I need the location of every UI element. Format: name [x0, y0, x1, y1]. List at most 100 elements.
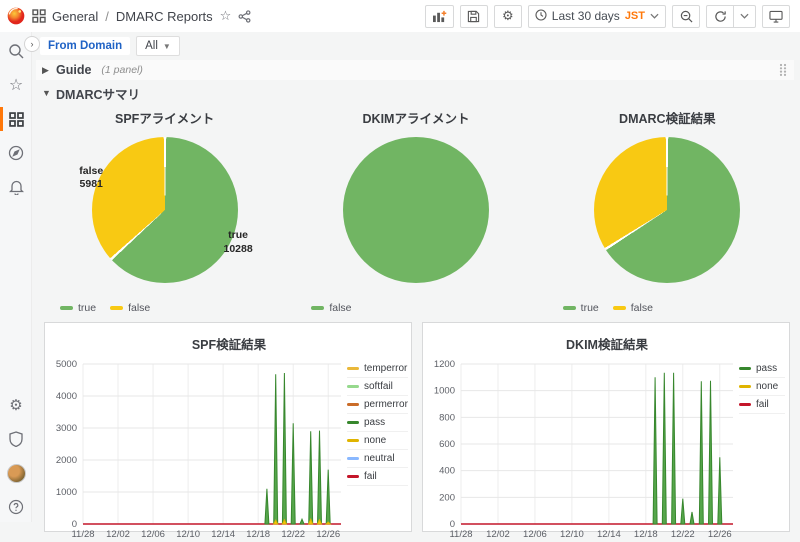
pie-legend[interactable]: false [311, 302, 351, 314]
dashboard-settings-button[interactable]: ⚙︎ [494, 5, 522, 28]
panel-title[interactable]: SPF検証結果 [49, 328, 409, 353]
svg-text:1000: 1000 [56, 487, 77, 498]
row-guide[interactable]: ▶ Guide (1 panel) [36, 60, 794, 80]
star-icon[interactable]: ☆ [220, 8, 232, 24]
svg-text:12/06: 12/06 [141, 529, 165, 540]
legend-item[interactable]: pass [739, 360, 785, 378]
spf-alignment-pie[interactable] [92, 137, 238, 283]
legend-item[interactable]: permerror [347, 396, 408, 414]
pie-slice-label: false5981 [79, 164, 103, 190]
refresh-button[interactable] [706, 5, 734, 28]
legend-item[interactable]: fail [739, 396, 785, 414]
refresh-button-group [706, 5, 756, 28]
avatar [7, 464, 26, 483]
sidebar-item-server-admin[interactable] [0, 424, 32, 454]
legend-item[interactable]: neutral [347, 450, 408, 468]
from-domain-select[interactable]: All ▼ [136, 36, 180, 56]
from-domain-label[interactable]: From Domain [40, 37, 130, 55]
sidebar-item-dashboards[interactable] [0, 104, 32, 134]
panel-dkim-alignment: DKIMアライメント false [293, 102, 538, 318]
svg-text:12/02: 12/02 [106, 529, 130, 540]
legend-item[interactable]: true [60, 302, 96, 314]
svg-text:4000: 4000 [56, 391, 77, 402]
chevron-down-icon [650, 13, 659, 19]
sidebar-item-alerting[interactable] [0, 172, 32, 202]
clock-icon [535, 9, 547, 24]
dkim-alignment-pie[interactable] [343, 137, 489, 283]
sidebar-expand-button[interactable]: › [24, 36, 40, 52]
legend-item[interactable]: false [110, 302, 150, 314]
pie-slice-label: true10288 [224, 229, 253, 255]
toolbar: ⚙︎ Last 30 days JST [425, 5, 790, 28]
breadcrumb: General / DMARC Reports ☆ [52, 8, 251, 24]
summary-panels-row: SPFアライメント true10288 false5981 true false D… [32, 102, 800, 318]
svg-text:11/28: 11/28 [449, 529, 472, 540]
svg-text:2000: 2000 [56, 455, 77, 466]
pie-legend[interactable]: true false [563, 302, 653, 314]
breadcrumb-title[interactable]: DMARC Reports [116, 9, 213, 24]
legend-item[interactable]: none [739, 378, 785, 396]
time-range-picker[interactable]: Last 30 days JST [528, 5, 666, 28]
zoom-out-icon [680, 10, 693, 23]
svg-text:3000: 3000 [56, 423, 77, 434]
share-icon[interactable] [238, 10, 251, 23]
svg-text:12/18: 12/18 [634, 529, 658, 540]
breadcrumb-separator: / [105, 9, 109, 24]
legend-item[interactable]: none [347, 432, 408, 450]
svg-text:1200: 1200 [434, 359, 455, 370]
legend-item[interactable]: true [563, 302, 599, 314]
svg-text:5000: 5000 [56, 359, 77, 370]
tv-mode-button[interactable] [762, 5, 790, 28]
panel-spf-verification: SPF検証結果 11/2812/0212/0612/1012/1412/1812… [44, 322, 412, 532]
drag-handle-icon[interactable] [778, 63, 788, 77]
svg-text:12/10: 12/10 [560, 529, 584, 540]
zoom-out-button[interactable] [672, 5, 700, 28]
panel-spf-alignment: SPFアライメント true10288 false5981 true false [42, 102, 287, 318]
bell-icon [9, 179, 24, 195]
row-guide-panel-count: (1 panel) [101, 64, 142, 76]
help-icon [8, 499, 24, 515]
panel-title[interactable]: DMARC検証結果 [545, 102, 790, 127]
panel-title[interactable]: SPFアライメント [42, 102, 287, 127]
svg-text:0: 0 [450, 519, 455, 530]
row-dmarc-summary[interactable]: ▼ DMARCサマリ [36, 84, 794, 102]
legend-item[interactable]: softfail [347, 378, 408, 396]
sidebar-item-explore[interactable] [0, 138, 32, 168]
sidebar: ☆ ⚙︎ [0, 0, 32, 522]
chart-legend[interactable]: passnonefail [735, 356, 787, 542]
panel-title[interactable]: DKIMアライメント [293, 102, 538, 127]
add-panel-button[interactable] [425, 5, 454, 28]
sidebar-item-configuration[interactable]: ⚙︎ [0, 390, 32, 420]
dmarc-result-pie[interactable] [594, 137, 740, 283]
spf-verification-chart[interactable]: 11/2812/0212/0612/1012/1412/1812/2212/26… [49, 356, 343, 542]
from-domain-value: All [145, 40, 158, 52]
top-bar: General / DMARC Reports ☆ ⚙︎ [0, 0, 800, 32]
pie-legend[interactable]: true false [60, 302, 150, 314]
dashboard-grid-icon [32, 9, 46, 23]
sidebar-item-starred[interactable]: ☆ [0, 70, 32, 100]
panel-title[interactable]: DKIM検証結果 [427, 328, 787, 353]
compass-icon [8, 145, 24, 161]
dkim-verification-chart[interactable]: 11/2812/0212/0612/1012/1412/1812/2212/26… [427, 356, 735, 542]
refresh-icon [714, 10, 727, 23]
grafana-logo[interactable] [0, 6, 32, 26]
sidebar-item-profile[interactable] [0, 458, 32, 488]
verification-panels-row: SPF検証結果 11/2812/0212/0612/1012/1412/1812… [44, 322, 790, 532]
refresh-interval-dropdown[interactable] [734, 5, 756, 28]
legend-item[interactable]: temperror [347, 360, 408, 378]
chevron-down-icon [740, 13, 749, 19]
save-dashboard-button[interactable] [460, 5, 488, 28]
legend-item[interactable]: false [311, 302, 351, 314]
svg-text:1000: 1000 [434, 386, 455, 397]
shield-icon [9, 431, 23, 447]
chevron-right-icon: ▶ [42, 65, 50, 76]
legend-item[interactable]: false [613, 302, 653, 314]
breadcrumb-section[interactable]: General [52, 9, 98, 24]
chart-legend[interactable]: temperrorsoftfailpermerrorpassnoneneutra… [343, 356, 410, 542]
svg-text:12/22: 12/22 [281, 529, 305, 540]
sidebar-item-help[interactable] [0, 492, 32, 522]
svg-text:12/26: 12/26 [708, 529, 732, 540]
legend-item[interactable]: pass [347, 414, 408, 432]
legend-item[interactable]: fail [347, 468, 408, 486]
panel-dmarc-result: DMARC検証結果 true false [545, 102, 790, 318]
